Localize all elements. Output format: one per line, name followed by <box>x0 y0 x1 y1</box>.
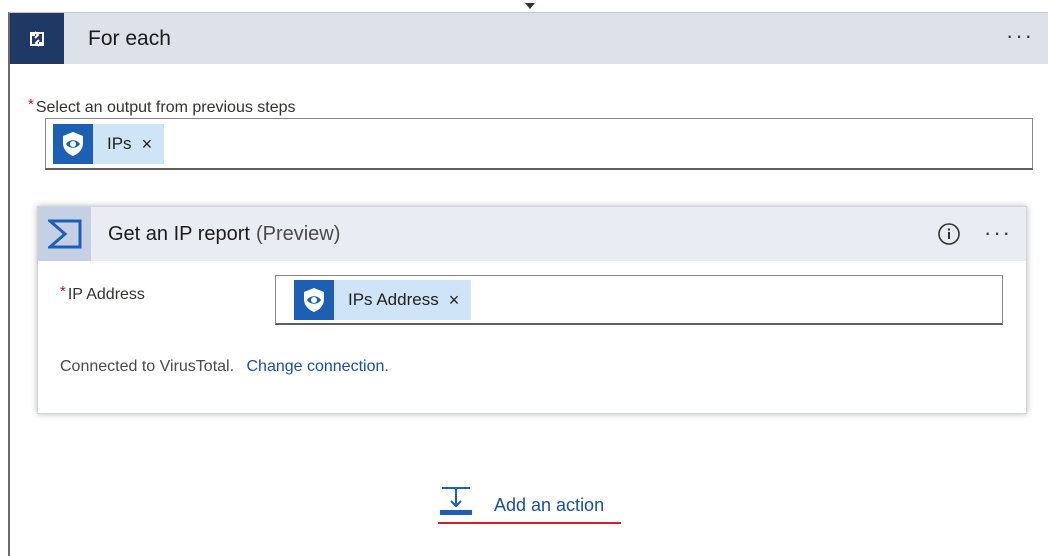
connection-row: Connected to VirusTotal. Change connecti… <box>60 358 389 376</box>
add-action-icon <box>438 486 474 521</box>
add-action-label: Add an action <box>494 494 605 515</box>
ip-address-field[interactable]: IPs Address × <box>275 275 1003 325</box>
foreach-more-options-icon[interactable]: ··· <box>1006 23 1034 49</box>
foreach-header[interactable]: For each ··· <box>10 13 1048 64</box>
ips-address-token-label: IPs Address <box>348 290 439 309</box>
get-ip-report-card: Get an IP report (Preview) ··· * IP Addre… <box>37 206 1027 414</box>
virustotal-sigma-icon <box>38 207 91 261</box>
connection-status: Connected to VirusTotal. <box>60 358 235 375</box>
remove-token-icon[interactable]: × <box>449 290 460 311</box>
required-asterisk: * <box>28 96 34 113</box>
ips-token-label: IPs <box>107 134 132 153</box>
action-title: Get an IP report <box>108 222 250 245</box>
connector-arrow-icon <box>525 3 535 9</box>
ip-address-label-text: IP Address <box>67 286 145 303</box>
ips-address-token[interactable]: IPs Address × <box>294 280 472 320</box>
loop-icon <box>10 13 64 64</box>
select-output-label-text: Select an output from previous steps <box>35 99 296 116</box>
shield-eye-icon <box>53 124 93 164</box>
select-output-label: * Select an output from previous steps <box>28 96 296 117</box>
ips-token[interactable]: IPs × <box>53 124 165 164</box>
foreach-title: For each <box>88 26 171 50</box>
required-asterisk: * <box>60 283 66 300</box>
remove-token-icon[interactable]: × <box>142 134 153 155</box>
info-icon[interactable] <box>937 222 961 251</box>
action-preview-tag: (Preview) <box>255 222 341 245</box>
action-header[interactable]: Get an IP report (Preview) ··· <box>38 207 1026 261</box>
add-action-underline <box>438 522 621 524</box>
change-connection-link[interactable]: Change connection. <box>246 358 388 375</box>
select-output-field[interactable]: IPs × <box>45 118 1033 170</box>
shield-eye-icon <box>294 280 334 320</box>
add-action-button[interactable]: Add an action <box>438 486 604 521</box>
ip-address-label: * IP Address <box>60 283 145 304</box>
action-more-options-icon[interactable]: ··· <box>984 220 1012 246</box>
